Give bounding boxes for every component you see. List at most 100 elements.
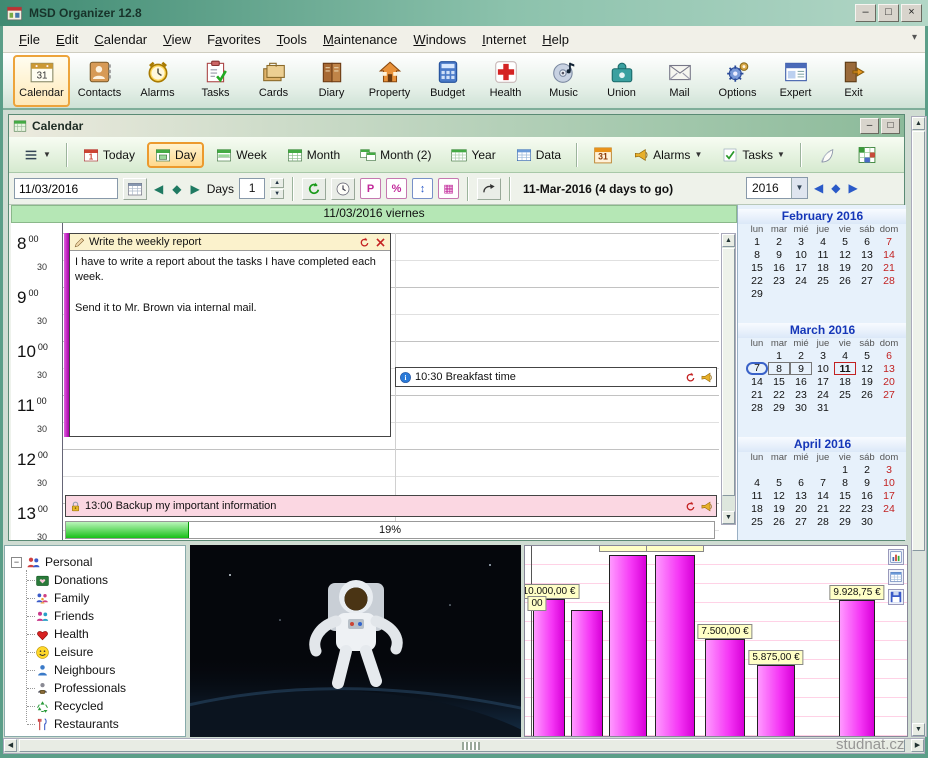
view-tab-year[interactable]: Year — [443, 142, 503, 168]
date-cell[interactable]: 15 — [834, 489, 856, 502]
date-cell[interactable]: 7 — [812, 476, 834, 489]
tree-item-health[interactable]: Health — [35, 626, 89, 642]
toolbar-alarms[interactable]: Alarms — [129, 55, 186, 107]
date-cell[interactable]: 20 — [790, 502, 812, 515]
days-spinner-value[interactable]: 1 — [239, 178, 266, 199]
maximize-button[interactable]: □ — [878, 4, 899, 22]
date-cell[interactable]: 1 — [746, 235, 768, 248]
date-cell[interactable]: 12 — [856, 362, 878, 375]
view-tab-week[interactable]: Week — [208, 142, 274, 168]
toolbar-exit[interactable]: Exit — [825, 55, 882, 107]
toolbar-health[interactable]: Health — [477, 55, 534, 107]
date-cell[interactable]: 13 — [790, 489, 812, 502]
date-cell[interactable]: 14 — [812, 489, 834, 502]
toolbar-music[interactable]: Music — [535, 55, 592, 107]
scroll-thumb[interactable] — [722, 248, 735, 496]
toolbar-calendar[interactable]: 31 Calendar — [13, 55, 70, 107]
scroll-down-button[interactable]: ▼ — [722, 511, 735, 524]
date-cell[interactable]: 24 — [812, 388, 834, 401]
date-cell[interactable]: 8 — [768, 362, 790, 375]
calendar-menu-button[interactable]: ▼ — [15, 142, 59, 168]
view-tab-today[interactable]: 1 Today — [75, 142, 143, 168]
tree-item-personal[interactable]: − Personal — [11, 554, 92, 570]
horizontal-scrollbar[interactable]: ◀ ▶ — [3, 738, 925, 754]
prev-year-button[interactable]: ◀ — [812, 181, 825, 195]
date-cell[interactable]: 9 — [768, 248, 790, 261]
days-decrement-button[interactable]: ▼ — [270, 189, 285, 199]
date-cell[interactable]: 24 — [790, 274, 812, 287]
date-input[interactable] — [14, 178, 118, 199]
date-cell[interactable]: 19 — [834, 261, 856, 274]
date-cell[interactable]: 14 — [746, 375, 768, 388]
toolbar-mail[interactable]: Mail — [651, 55, 708, 107]
date-cell[interactable]: 19 — [856, 375, 878, 388]
menu-internet[interactable]: Internet — [474, 28, 534, 51]
scroll-up-button[interactable]: ▲ — [722, 234, 735, 247]
date-cell[interactable]: 3 — [790, 235, 812, 248]
date-cell[interactable]: 24 — [878, 502, 900, 515]
publish-button[interactable] — [809, 140, 845, 170]
current-year-button[interactable]: ◆ — [829, 181, 842, 195]
next-day-button[interactable]: ▶ — [188, 182, 201, 196]
date-cell[interactable]: 7 — [746, 362, 768, 375]
event-backup-information[interactable]: 13:00 Backup my important information — [65, 495, 717, 517]
date-cell[interactable]: 16 — [856, 489, 878, 502]
date-cell[interactable]: 12 — [768, 489, 790, 502]
alarms-dropdown[interactable]: Alarms ▼ — [625, 142, 710, 168]
goto-date-button[interactable]: 31 — [585, 140, 621, 170]
date-cell[interactable]: 17 — [812, 375, 834, 388]
date-cell[interactable]: 12 — [834, 248, 856, 261]
date-cell[interactable]: 27 — [878, 388, 900, 401]
date-cell[interactable]: 10 — [878, 476, 900, 489]
date-cell[interactable]: 1 — [768, 349, 790, 362]
menu-calendar[interactable]: Calendar — [86, 28, 155, 51]
date-cell[interactable]: 16 — [790, 375, 812, 388]
date-cell[interactable]: 27 — [790, 515, 812, 528]
date-cell[interactable]: 6 — [856, 235, 878, 248]
date-cell[interactable]: 26 — [834, 274, 856, 287]
recurrence-icon[interactable] — [358, 236, 371, 249]
view-toggle-fit[interactable]: ↕ — [412, 178, 434, 199]
date-cell[interactable]: 27 — [856, 274, 878, 287]
view-tab-day[interactable]: Day — [146, 141, 205, 168]
tree-item-recycled[interactable]: Recycled — [35, 698, 103, 714]
export-excel-button[interactable] — [849, 140, 885, 170]
chart-type-button[interactable] — [888, 549, 904, 565]
date-cell[interactable]: 31 — [812, 401, 834, 414]
toolbar-options[interactable]: Options — [709, 55, 766, 107]
tree-expander[interactable]: − — [11, 556, 22, 568]
date-cell[interactable]: 18 — [746, 502, 768, 515]
toolbar-union[interactable]: Union — [593, 55, 650, 107]
refresh-button[interactable] — [302, 177, 327, 200]
minimize-button[interactable]: – — [855, 4, 876, 22]
days-increment-button[interactable]: ▲ — [270, 178, 285, 188]
scroll-right-button[interactable]: ▶ — [911, 739, 924, 752]
toolbar-tasks[interactable]: Tasks — [187, 55, 244, 107]
date-cell[interactable]: 20 — [878, 375, 900, 388]
date-cell[interactable]: 3 — [812, 349, 834, 362]
event-breakfast-time[interactable]: i 10:30 Breakfast time — [395, 367, 717, 387]
date-cell[interactable]: 3 — [878, 463, 900, 476]
menu-windows[interactable]: Windows — [405, 28, 474, 51]
date-cell[interactable]: 8 — [746, 248, 768, 261]
event-write-weekly-report[interactable]: Write the weekly report I have to write … — [69, 233, 391, 437]
date-cell[interactable]: 5 — [834, 235, 856, 248]
date-cell[interactable]: 28 — [878, 274, 900, 287]
tree-item-professionals[interactable]: Professionals — [35, 680, 126, 696]
jump-to-event-button[interactable] — [477, 177, 502, 200]
menu-tools[interactable]: Tools — [269, 28, 315, 51]
date-cell[interactable]: 1 — [834, 463, 856, 476]
tree-item-friends[interactable]: Friends — [35, 608, 94, 624]
date-cell[interactable]: 22 — [834, 502, 856, 515]
toolbar-contacts[interactable]: Contacts — [71, 55, 128, 107]
date-cell[interactable]: 25 — [746, 515, 768, 528]
tree-item-donations[interactable]: Donations — [35, 572, 108, 588]
time-scale-button[interactable] — [331, 177, 356, 200]
date-cell[interactable]: 2 — [790, 349, 812, 362]
vertical-scrollbar[interactable]: ▲ ▼ — [911, 116, 927, 737]
date-cell[interactable]: 28 — [812, 515, 834, 528]
date-cell[interactable]: 29 — [834, 515, 856, 528]
date-cell[interactable]: 19 — [768, 502, 790, 515]
year-select[interactable]: 2016 ▼ — [746, 177, 808, 199]
menu-file[interactable]: File — [11, 28, 48, 51]
